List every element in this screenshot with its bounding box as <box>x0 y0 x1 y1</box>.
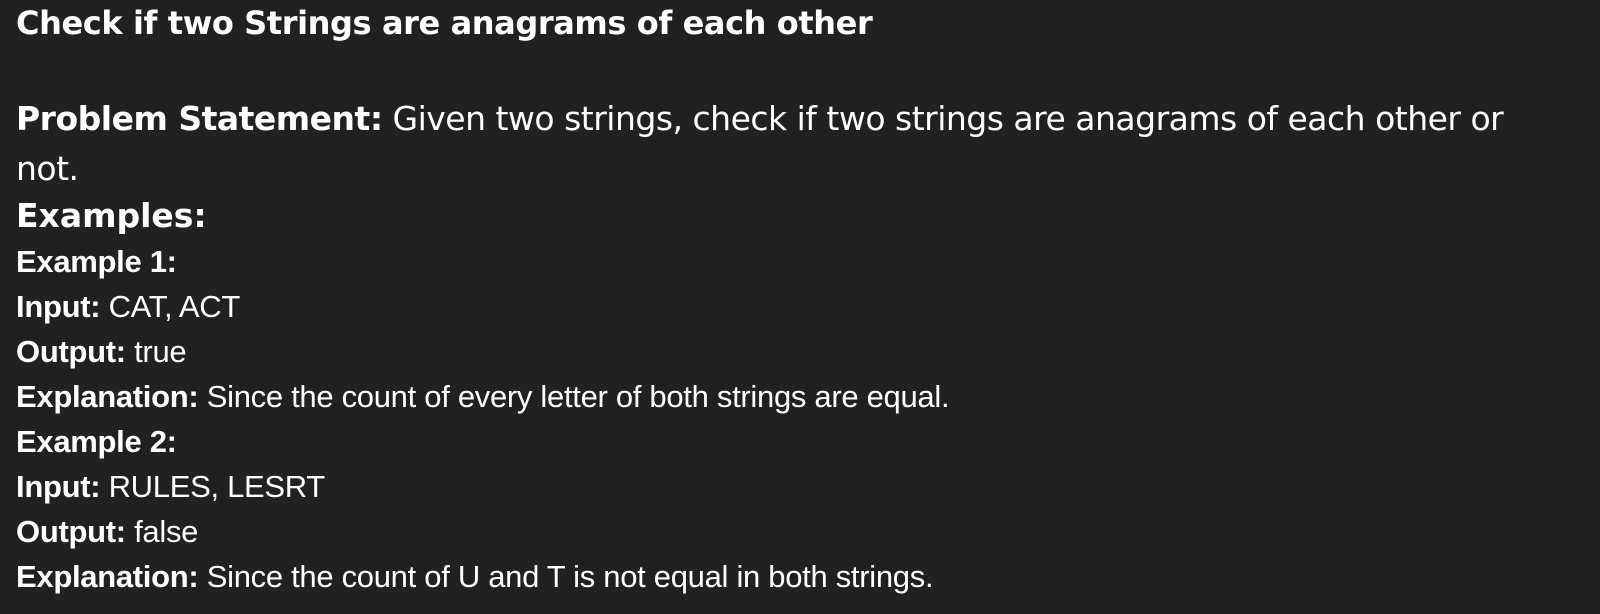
output-value: true <box>125 334 187 369</box>
example-2-output: Output: false <box>16 510 198 554</box>
explanation-value: Since the count of every letter of both … <box>198 379 950 414</box>
example-1-heading: Example 1: <box>16 240 177 284</box>
document-page: Check if two Strings are anagrams of eac… <box>0 0 1600 614</box>
explanation-label: Explanation: <box>16 379 199 414</box>
example-2-explanation: Explanation: Since the count of U and T … <box>16 555 934 599</box>
explanation-label: Explanation: <box>16 559 199 594</box>
example-1-explanation: Explanation: Since the count of every le… <box>16 375 950 419</box>
page-title: Check if two Strings are anagrams of eac… <box>16 4 873 42</box>
example-1-input: Input: CAT, ACT <box>16 285 240 329</box>
problem-statement-text: Given two strings, check if two strings … <box>382 99 1504 138</box>
input-label: Input: <box>16 469 101 504</box>
explanation-value: Since the count of U and T is not equal … <box>198 559 934 594</box>
input-value: CAT, ACT <box>100 289 241 324</box>
example-heading-text: Example 1: <box>16 244 177 279</box>
examples-heading: Examples: <box>16 196 207 235</box>
output-label: Output: <box>16 514 126 549</box>
problem-statement-line-2: not. <box>16 149 79 188</box>
example-2-input: Input: RULES, LESRT <box>16 465 325 509</box>
problem-statement-label: Problem Statement: <box>16 99 383 138</box>
example-2-heading: Example 2: <box>16 420 177 464</box>
output-value: false <box>125 514 199 549</box>
output-label: Output: <box>16 334 126 369</box>
example-1-output: Output: true <box>16 330 187 374</box>
input-value: RULES, LESRT <box>100 469 326 504</box>
input-label: Input: <box>16 289 101 324</box>
example-heading-text: Example 2: <box>16 424 177 459</box>
problem-statement-line-1: Problem Statement: Given two strings, ch… <box>16 95 1504 143</box>
